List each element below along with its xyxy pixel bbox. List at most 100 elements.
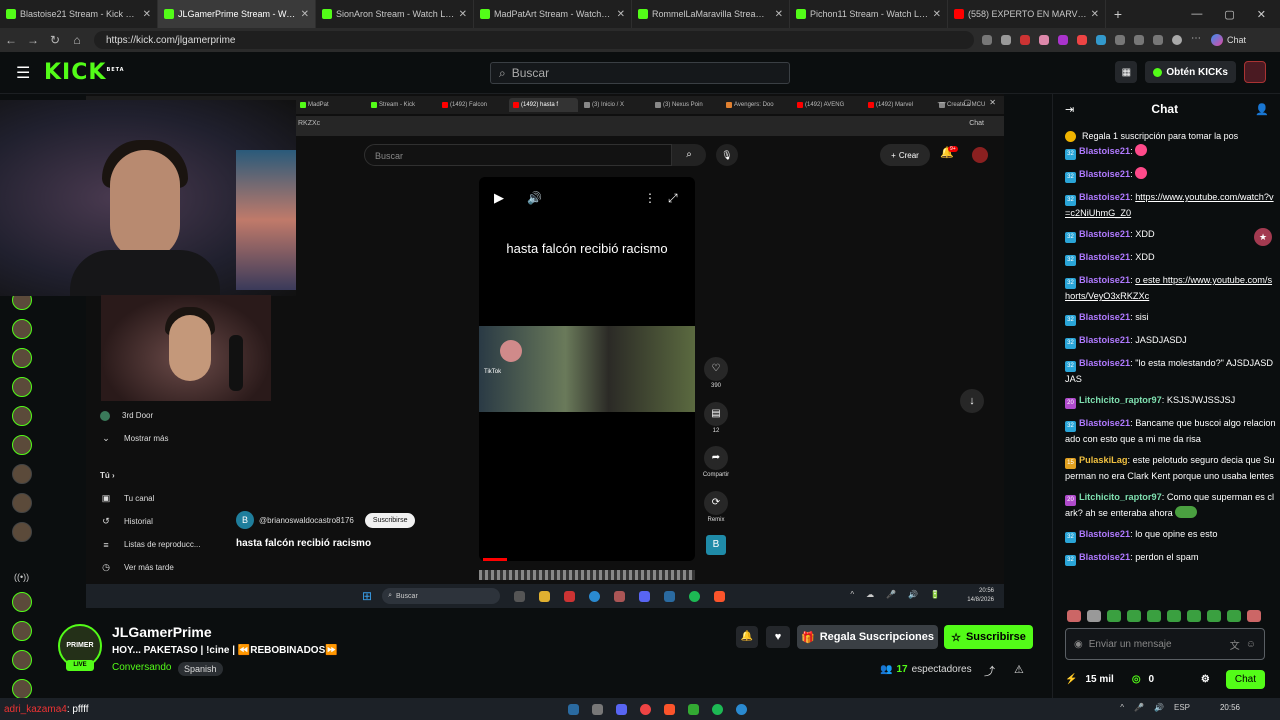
- extension-icon[interactable]: [1058, 35, 1068, 45]
- get-kicks-button[interactable]: Obtén KICKs: [1145, 61, 1236, 83]
- home-icon[interactable]: ⌂: [66, 33, 88, 47]
- floating-avatar[interactable]: ★: [1254, 228, 1272, 246]
- calendar-icon[interactable]: ▦: [1115, 61, 1138, 83]
- extension-icon[interactable]: [1077, 35, 1087, 45]
- browser-tab[interactable]: Blastoise21 Stream - Kick Dashbo ✕: [0, 0, 158, 28]
- chat-username[interactable]: Litchicito_raptor97: [1079, 492, 1162, 502]
- emote[interactable]: [1187, 610, 1201, 622]
- sidebar-channel-avatar[interactable]: [12, 592, 32, 612]
- spotify-icon[interactable]: [711, 703, 723, 715]
- collapse-chat-icon[interactable]: ⇥: [1065, 103, 1074, 116]
- extension-icon[interactable]: [1020, 35, 1030, 45]
- puzzle-icon[interactable]: [1115, 35, 1125, 45]
- browser-tab[interactable]: RommelLaMaravilla Stream - Wat ✕: [632, 0, 790, 28]
- browser-tab[interactable]: SionAron Stream - Watch Live on ✕: [316, 0, 474, 28]
- emote[interactable]: [1087, 610, 1101, 622]
- back-icon[interactable]: ←: [0, 33, 22, 47]
- chat-username[interactable]: PulaskiLag: [1079, 455, 1128, 465]
- maximize-icon[interactable]: ▢: [1224, 8, 1234, 21]
- close-tab-icon[interactable]: ✕: [775, 9, 783, 20]
- app-icon[interactable]: [591, 703, 603, 715]
- emote[interactable]: [1067, 610, 1081, 622]
- reader-icon[interactable]: [982, 35, 992, 45]
- language-tag[interactable]: Spanish: [178, 662, 223, 676]
- chat-username[interactable]: Blastoise21: [1079, 146, 1130, 156]
- browser-tab[interactable]: MadPatArt Stream - Watch Live o ✕: [474, 0, 632, 28]
- brave-icon[interactable]: [663, 703, 675, 715]
- sidebar-channel-avatar[interactable]: [12, 406, 32, 426]
- chat-username[interactable]: Blastoise21: [1079, 229, 1130, 239]
- sidebar-channel-avatar[interactable]: [12, 377, 32, 397]
- close-tab-icon[interactable]: ✕: [1091, 9, 1099, 20]
- sidebar-channel-avatar[interactable]: [12, 435, 32, 455]
- close-tab-icon[interactable]: ✕: [301, 9, 309, 20]
- chat-mode-icon[interactable]: ◉: [1074, 639, 1083, 650]
- forward-icon[interactable]: →: [22, 33, 44, 47]
- favorites-icon[interactable]: [1153, 35, 1163, 45]
- new-tab-icon[interactable]: +: [1106, 6, 1130, 22]
- emote[interactable]: [1107, 610, 1121, 622]
- chat-username[interactable]: Blastoise21: [1079, 312, 1130, 322]
- gift-subscriptions-button[interactable]: 🎁 Regala Suscripciones: [797, 625, 938, 649]
- chat-username[interactable]: Blastoise21: [1079, 252, 1130, 262]
- emote[interactable]: [1147, 610, 1161, 622]
- close-tab-icon[interactable]: ✕: [617, 9, 625, 20]
- share-icon[interactable]: ⤴: [984, 663, 995, 679]
- chrome-icon[interactable]: [639, 703, 651, 715]
- chat-input[interactable]: ◉ Enviar un mensaje 文 ☺: [1065, 628, 1265, 660]
- browser-tab[interactable]: Pichon11 Stream - Watch Live on ✕: [790, 0, 948, 28]
- chat-username[interactable]: Blastoise21: [1079, 192, 1130, 202]
- sidebar-channel-avatar[interactable]: [12, 348, 32, 368]
- chat-settings-icon[interactable]: ⚙: [1201, 674, 1210, 685]
- sidebar-channel-avatar[interactable]: [12, 522, 32, 542]
- copilot-chat-button[interactable]: Chat: [1211, 34, 1246, 46]
- subscribe-button[interactable]: ☆ Suscribirse: [944, 625, 1033, 649]
- steam-icon[interactable]: [567, 703, 579, 715]
- profile-icon[interactable]: [1172, 35, 1182, 45]
- report-icon[interactable]: ⚠: [1014, 663, 1024, 676]
- streamer-name[interactable]: JLGamerPrime: [112, 624, 212, 640]
- emote[interactable]: [1167, 610, 1181, 622]
- chat-username[interactable]: Litchicito_raptor97: [1079, 395, 1162, 405]
- hamburger-menu-icon[interactable]: ☰: [16, 63, 36, 83]
- folder-icon[interactable]: [544, 704, 555, 715]
- chat-username[interactable]: Blastoise21: [1079, 335, 1130, 345]
- chat-username[interactable]: Blastoise21: [1079, 529, 1130, 539]
- kick-logo[interactable]: KICKBETA: [44, 60, 125, 85]
- chat-username[interactable]: Blastoise21: [1079, 358, 1130, 368]
- pinned-gift-banner[interactable]: Regala 1 suscripción para tomar la pos: [1065, 128, 1277, 144]
- browser-tab[interactable]: (558) EXPERTO EN MARVEL HACE ✕: [948, 0, 1106, 28]
- emote[interactable]: [1247, 610, 1261, 622]
- chat-send-button[interactable]: Chat: [1225, 669, 1265, 689]
- chat-username[interactable]: Blastoise21: [1079, 169, 1130, 179]
- split-screen-icon[interactable]: [1134, 35, 1144, 45]
- chat-username[interactable]: Blastoise21: [1079, 275, 1130, 285]
- close-tab-icon[interactable]: ✕: [459, 9, 467, 20]
- search-input[interactable]: ⌕ Buscar: [490, 62, 790, 84]
- notification-bell-button[interactable]: 🔔: [736, 626, 758, 648]
- sidebar-channel-avatar[interactable]: [12, 464, 32, 484]
- translate-icon[interactable]: 文: [1230, 637, 1240, 652]
- chat-username[interactable]: Blastoise21: [1079, 552, 1130, 562]
- app-icon[interactable]: [687, 703, 699, 715]
- emoji-icon[interactable]: ☺: [1246, 639, 1256, 650]
- reload-icon[interactable]: ↻: [44, 33, 66, 47]
- discord-icon[interactable]: [615, 703, 627, 715]
- minimize-icon[interactable]: —: [1191, 8, 1202, 21]
- url-field[interactable]: https://kick.com/jlgamerprime: [94, 31, 974, 49]
- browser-tab[interactable]: JLGamerPrime Stream - Watc ✕: [158, 0, 316, 28]
- star-icon[interactable]: [1001, 35, 1011, 45]
- chat-users-icon[interactable]: 👤: [1255, 103, 1269, 116]
- close-tab-icon[interactable]: ✕: [933, 9, 941, 20]
- more-icon[interactable]: ⋯: [1191, 34, 1201, 45]
- emote[interactable]: [1227, 610, 1241, 622]
- emote[interactable]: [1207, 610, 1221, 622]
- follow-heart-button[interactable]: ♥: [766, 626, 790, 648]
- sidebar-channel-avatar[interactable]: [12, 679, 32, 699]
- close-tab-icon[interactable]: ✕: [143, 9, 151, 20]
- extension-icon[interactable]: [1039, 35, 1049, 45]
- user-avatar[interactable]: [1244, 61, 1266, 83]
- sidebar-channel-avatar[interactable]: [12, 493, 32, 513]
- extension-icon[interactable]: [1096, 35, 1106, 45]
- sidebar-channel-avatar[interactable]: [12, 650, 32, 670]
